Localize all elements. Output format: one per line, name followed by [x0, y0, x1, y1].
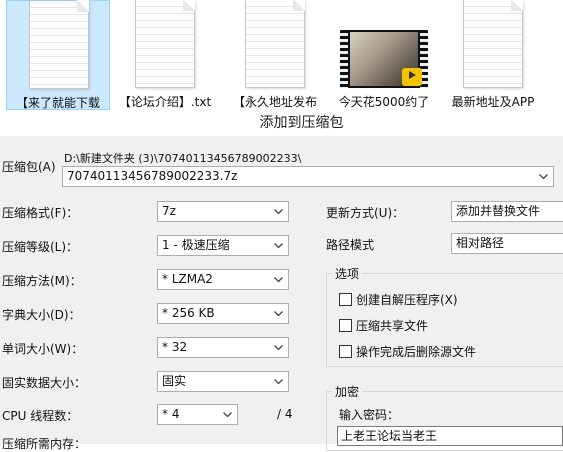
chevron-down-icon[interactable]: [272, 338, 284, 357]
video-file-icon: [340, 30, 428, 88]
format-label: 压缩格式(F)：: [2, 206, 79, 220]
file-label: 【来了就能下载: [15, 96, 100, 110]
word-size-select[interactable]: * 32: [157, 337, 289, 358]
format-value: 7z: [162, 204, 176, 218]
add-to-archive-dialog: 添加到压缩包 压缩包(A) D:\新建文件夹 (3)\7074011345678…: [0, 110, 563, 451]
dictionary-label: 字典大小(D)：: [2, 308, 81, 322]
path-mode-select[interactable]: 相对路径: [451, 233, 563, 254]
archive-name-value: 70740113456789002233.7z: [67, 169, 238, 183]
chevron-down-icon[interactable]: [272, 236, 284, 255]
file-label: 【永久地址发布: [232, 95, 317, 109]
level-value: 1 - 极速压缩: [162, 238, 230, 252]
archive-name-combo[interactable]: 70740113456789002233.7z: [62, 166, 554, 187]
update-mode-select[interactable]: 添加并替换文件: [451, 201, 563, 222]
dictionary-select[interactable]: * 256 KB: [157, 303, 289, 324]
text-file-icon: [245, 0, 305, 88]
text-file-icon: [463, 0, 523, 88]
archive-label: 压缩包(A): [2, 160, 56, 174]
format-select[interactable]: 7z: [157, 201, 289, 222]
method-label: 压缩方法(M)：: [2, 274, 82, 288]
password-label: 输入密码：: [339, 408, 400, 422]
solid-block-select[interactable]: 固实: [157, 371, 289, 392]
solid-block-label: 固实数据大小：: [2, 376, 87, 390]
file-item[interactable]: 【论坛介绍】.txt: [113, 0, 217, 110]
checkbox-box[interactable]: [339, 319, 352, 332]
chevron-down-icon[interactable]: [272, 202, 284, 221]
path-mode-label: 路径模式: [326, 238, 375, 252]
method-value: * LZMA2: [162, 272, 213, 286]
cpu-threads-total: / 4: [277, 407, 293, 421]
update-mode-value: 添加并替换文件: [456, 204, 541, 218]
checkbox-label: 操作完成后删除源文件: [356, 345, 477, 359]
file-explorer-strip: 【来了就能下载 【论坛介绍】.txt 【永久地址发布 今天花5000约了 最新地…: [0, 0, 563, 110]
password-value: 上老王论坛当老王: [341, 429, 438, 443]
encryption-group-title: 加密: [332, 383, 363, 400]
chevron-down-icon[interactable]: [272, 304, 284, 323]
checkbox-label: 压缩共享文件: [356, 319, 429, 333]
text-file-icon: [135, 0, 195, 88]
path-mode-value: 相对路径: [456, 236, 505, 250]
word-size-label: 单词大小(W)：: [2, 342, 84, 356]
word-size-value: * 32: [162, 340, 188, 354]
chevron-down-icon[interactable]: [537, 167, 549, 186]
level-select[interactable]: 1 - 极速压缩: [157, 235, 289, 256]
dictionary-value: * 256 KB: [162, 306, 215, 320]
file-label: 最新地址及APP: [451, 95, 535, 109]
update-mode-label: 更新方式(U)：: [326, 206, 405, 220]
checkbox-box[interactable]: [339, 345, 352, 358]
solid-block-value: 固实: [162, 374, 187, 388]
cpu-threads-select[interactable]: * 4: [157, 404, 238, 425]
password-input[interactable]: 上老王论坛当老王: [337, 426, 563, 446]
file-label: 今天花5000约了: [338, 95, 430, 109]
checkbox-label: 创建自解压程序(X): [356, 293, 458, 307]
archive-folder-path: D:\新建文件夹 (3)\70740113456789002233\: [64, 152, 302, 165]
chevron-down-icon[interactable]: [272, 270, 284, 289]
delete-after-checkbox[interactable]: 操作完成后删除源文件: [339, 343, 476, 360]
create-sfx-checkbox[interactable]: 创建自解压程序(X): [339, 291, 458, 308]
cpu-threads-value: * 4: [162, 407, 180, 421]
chevron-down-icon[interactable]: [272, 372, 284, 391]
options-group-title: 选项: [332, 265, 363, 282]
dialog-title: 添加到压缩包: [0, 110, 563, 136]
text-file-icon: [29, 0, 89, 89]
method-select[interactable]: * LZMA2: [157, 269, 289, 290]
file-item[interactable]: 今天花5000约了: [332, 0, 436, 110]
file-item[interactable]: 【永久地址发布: [223, 0, 327, 110]
checkbox-box[interactable]: [339, 293, 352, 306]
level-label: 压缩等级(L)：: [2, 240, 79, 254]
file-label: 【论坛介绍】.txt: [118, 95, 212, 109]
file-item[interactable]: 最新地址及APP: [441, 0, 545, 110]
cpu-threads-label: CPU 线程数：: [2, 409, 79, 423]
compress-shared-checkbox[interactable]: 压缩共享文件: [339, 317, 428, 334]
file-item[interactable]: 【来了就能下载: [6, 0, 110, 110]
chevron-down-icon[interactable]: [221, 405, 233, 424]
player-badge-icon: [402, 68, 422, 86]
